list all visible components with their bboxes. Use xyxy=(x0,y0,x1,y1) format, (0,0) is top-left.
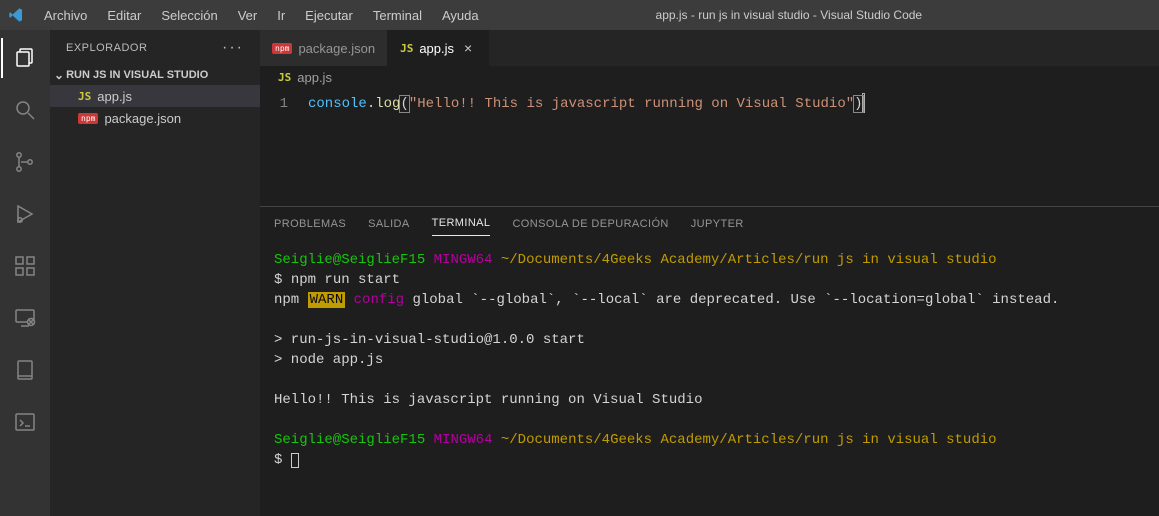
js-file-icon: JS xyxy=(400,42,413,55)
sidebar-folder[interactable]: ⌄ RUN JS IN VISUAL STUDIO xyxy=(50,65,260,85)
terminal-prompt: $ xyxy=(274,272,291,288)
menu-terminal[interactable]: Terminal xyxy=(365,4,430,27)
bottom-panel: PROBLEMAS SALIDA TERMINAL CONSOLA DE DEP… xyxy=(260,206,1159,516)
menu-seleccion[interactable]: Selección xyxy=(153,4,225,27)
terminal-shell: MINGW64 xyxy=(434,432,493,448)
breadcrumb-label: app.js xyxy=(297,70,332,85)
line-number: 1 xyxy=(260,92,288,116)
terminal-text: npm xyxy=(274,292,299,308)
terminal-prompt: $ xyxy=(274,452,291,468)
menu-ayuda[interactable]: Ayuda xyxy=(434,4,487,27)
js-file-icon: JS xyxy=(278,71,291,84)
search-icon[interactable] xyxy=(1,90,49,130)
token-paren-close: ) xyxy=(854,96,862,112)
sidebar-header: EXPLORADOR ··· xyxy=(50,30,260,65)
panel-tab-consola[interactable]: CONSOLA DE DEPURACIÓN xyxy=(512,212,668,236)
token-paren-open: ( xyxy=(400,96,408,112)
file-item-packagejson[interactable]: npm package.json xyxy=(50,107,260,129)
source-control-icon[interactable] xyxy=(1,142,49,182)
terminal-cursor xyxy=(291,453,299,468)
editor-cursor xyxy=(863,94,864,112)
sidebar-folder-label: RUN JS IN VISUAL STUDIO xyxy=(66,69,208,81)
panel-tab-salida[interactable]: SALIDA xyxy=(368,212,410,236)
tab-appjs[interactable]: JS app.js × xyxy=(388,30,489,66)
book-icon[interactable] xyxy=(1,350,49,390)
menu-archivo[interactable]: Archivo xyxy=(36,4,95,27)
breadcrumb[interactable]: JS app.js xyxy=(260,66,1159,88)
token-object: console xyxy=(308,96,367,112)
token-string: "Hello!! This is javascript running on V… xyxy=(409,96,854,112)
panel-tab-terminal[interactable]: TERMINAL xyxy=(432,211,491,236)
activity-bar xyxy=(0,30,50,516)
token-function: log xyxy=(375,96,400,112)
menu-ir[interactable]: Ir xyxy=(269,4,293,27)
token-punc: . xyxy=(367,96,375,112)
terminal-shell: MINGW64 xyxy=(434,252,493,268)
vscode-logo-icon xyxy=(8,7,24,23)
menu-editar[interactable]: Editar xyxy=(99,4,149,27)
remote-explorer-icon[interactable] xyxy=(1,298,49,338)
panel-tab-problemas[interactable]: PROBLEMAS xyxy=(274,212,346,236)
terminal-path: ~/Documents/4Geeks Academy/Articles/run … xyxy=(501,252,997,268)
panel-tabs: PROBLEMAS SALIDA TERMINAL CONSOLA DE DEP… xyxy=(260,207,1159,240)
sidebar-header-label: EXPLORADOR xyxy=(66,42,147,54)
line-number-gutter: 1 xyxy=(260,92,308,206)
terminal-warn-badge: WARN xyxy=(308,292,346,308)
terminal-body[interactable]: Seiglie@SeiglieF15 MINGW64 ~/Documents/4… xyxy=(260,240,1159,516)
tab-label: app.js xyxy=(419,41,454,56)
main-menu: Archivo Editar Selección Ver Ir Ejecutar… xyxy=(36,4,487,27)
terminal-user: Seiglie@SeiglieF15 xyxy=(274,252,425,268)
menu-ver[interactable]: Ver xyxy=(230,4,266,27)
code-editor[interactable]: 1 console.log("Hello!! This is javascrip… xyxy=(260,88,1159,206)
run-debug-icon[interactable] xyxy=(1,194,49,234)
file-item-appjs[interactable]: JS app.js xyxy=(50,85,260,107)
menu-ejecutar[interactable]: Ejecutar xyxy=(297,4,361,27)
panel-tab-jupyter[interactable]: JUPYTER xyxy=(691,212,744,236)
chevron-down-icon: ⌄ xyxy=(54,68,64,82)
window-title: app.js - run js in visual studio - Visua… xyxy=(487,8,1151,22)
terminal-text: > run-js-in-visual-studio@1.0.0 start xyxy=(274,332,585,348)
more-icon[interactable]: ··· xyxy=(222,39,244,57)
code-line: console.log("Hello!! This is javascript … xyxy=(308,92,1159,206)
terminal-text: config xyxy=(354,292,404,308)
npm-file-icon: npm xyxy=(272,43,292,54)
terminal-command: npm run start xyxy=(291,272,400,288)
terminal-text: > node app.js xyxy=(274,352,383,368)
js-file-icon: JS xyxy=(78,90,91,103)
close-icon[interactable]: × xyxy=(460,40,476,56)
npm-file-icon: npm xyxy=(78,113,98,124)
terminal-panel-icon[interactable] xyxy=(1,402,49,442)
sidebar: EXPLORADOR ··· ⌄ RUN JS IN VISUAL STUDIO… xyxy=(50,30,260,516)
titlebar: Archivo Editar Selección Ver Ir Ejecutar… xyxy=(0,0,1159,30)
file-item-label: package.json xyxy=(104,111,181,126)
file-item-label: app.js xyxy=(97,89,132,104)
tab-packagejson[interactable]: npm package.json xyxy=(260,30,388,66)
explorer-icon[interactable] xyxy=(1,38,49,78)
tab-label: package.json xyxy=(298,41,375,56)
editor-tab-bar: npm package.json JS app.js × xyxy=(260,30,1159,66)
terminal-user: Seiglie@SeiglieF15 xyxy=(274,432,425,448)
main-area: npm package.json JS app.js × JS app.js 1… xyxy=(260,30,1159,516)
extensions-icon[interactable] xyxy=(1,246,49,286)
terminal-text: Hello!! This is javascript running on Vi… xyxy=(274,392,702,408)
terminal-path: ~/Documents/4Geeks Academy/Articles/run … xyxy=(501,432,997,448)
terminal-text: global `--global`, `--local` are depreca… xyxy=(404,292,1059,308)
